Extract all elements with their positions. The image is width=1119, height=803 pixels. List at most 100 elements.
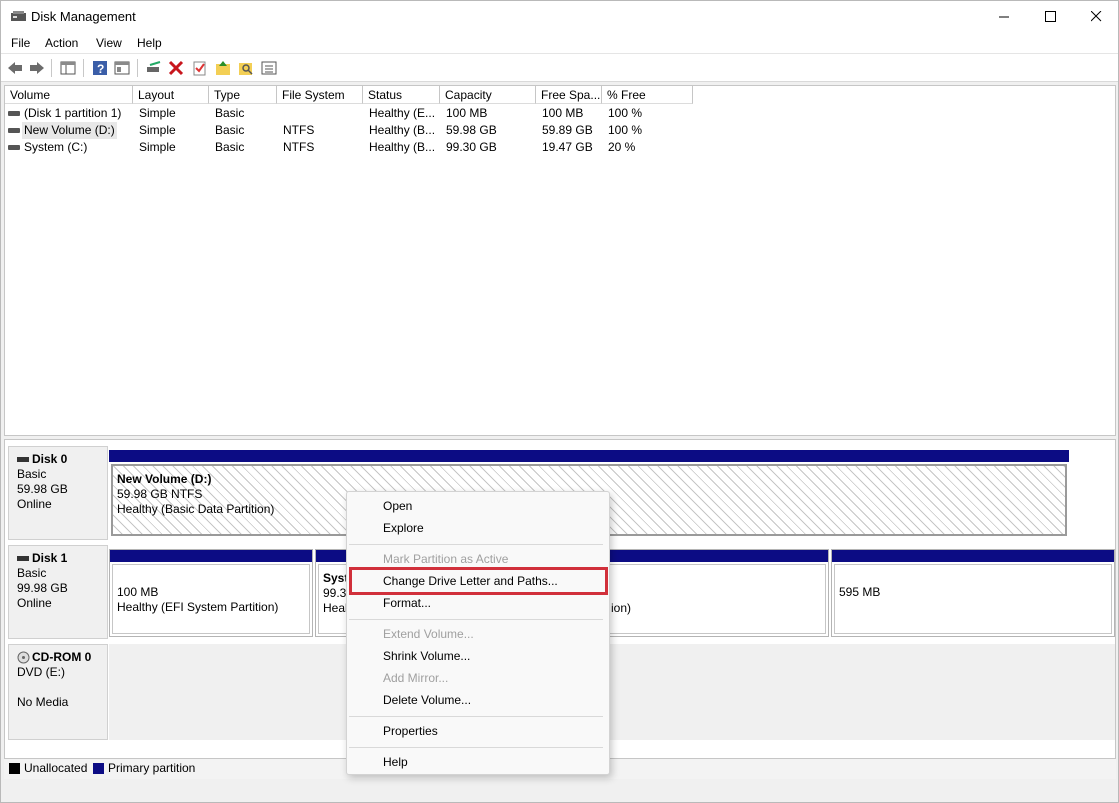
close-button[interactable] (1073, 1, 1119, 32)
cell-layout: Simple (139, 140, 176, 154)
disk-size: 59.98 GB (17, 482, 68, 496)
menu-separator (349, 716, 603, 717)
partition-recovery[interactable]: 595 MB (831, 549, 1115, 637)
cell-free-space: 59.89 GB (542, 123, 593, 137)
menu-item-format[interactable]: Format... (383, 594, 431, 612)
menu-item-explore[interactable]: Explore (383, 519, 424, 537)
cell-status: Healthy (B... (369, 123, 436, 137)
disk-icon (17, 457, 29, 463)
properties-view-button[interactable] (112, 58, 132, 78)
volume-list: Volume Layout Type File System Status Ca… (4, 85, 1116, 436)
search-folder-button[interactable] (236, 58, 256, 78)
minimize-button[interactable] (981, 1, 1027, 32)
toolbar-separator (83, 59, 84, 77)
cell-layout: Simple (139, 123, 176, 137)
table-row[interactable]: System (C:) Simple Basic NTFS Healthy (B… (5, 139, 1115, 156)
cell-status: Healthy (B... (369, 140, 436, 154)
properties-view-icon (114, 61, 130, 75)
disk-name: Disk 0 (32, 452, 68, 466)
column-header-percent-free[interactable]: % Free (602, 86, 693, 104)
menu-item-properties[interactable]: Properties (383, 722, 438, 740)
menu-separator (349, 544, 603, 545)
disk-size: 99.98 GB (17, 581, 68, 595)
column-header-status[interactable]: Status (363, 86, 440, 104)
menu-action[interactable]: Action (45, 36, 78, 50)
cell-volume: (Disk 1 partition 1) (24, 106, 122, 120)
volume-icon (8, 145, 20, 150)
partition-size: 100 MB (117, 585, 159, 599)
menu-item-mark-partition-active: Mark Partition as Active (383, 552, 509, 566)
show-hide-console-tree-button[interactable] (58, 58, 78, 78)
primary-partition-swatch (93, 763, 104, 774)
menu-file[interactable]: File (11, 36, 30, 50)
disk-management-window: Disk Management File Action View Help ? (0, 0, 1119, 803)
cdrom-0-label[interactable]: CD-ROM 0 DVD (E:) No Media (8, 644, 108, 740)
column-header-free-space[interactable]: Free Spa... (536, 86, 602, 104)
menu-item-add-mirror: Add Mirror... (383, 671, 449, 685)
column-header-file-system[interactable]: File System (277, 86, 363, 104)
disk-type: DVD (E:) (17, 665, 65, 679)
cell-free-space: 19.47 GB (542, 140, 593, 154)
menu-view[interactable]: View (96, 36, 122, 50)
disk-0-label[interactable]: Disk 0 Basic 59.98 GB Online (8, 446, 108, 540)
delete-button[interactable] (166, 58, 186, 78)
back-button[interactable] (5, 58, 25, 78)
disk-state: Online (17, 596, 52, 610)
toolbar-separator (137, 59, 138, 77)
menu-separator (349, 747, 603, 748)
column-header-capacity[interactable]: Capacity (440, 86, 536, 104)
cell-capacity: 99.30 GB (446, 140, 497, 154)
list-icon (261, 61, 277, 75)
forward-button[interactable] (27, 58, 47, 78)
status-bar (1, 780, 1118, 802)
partition-status-tail: ion) (611, 601, 632, 615)
disk-icon (17, 556, 29, 562)
table-row[interactable]: New Volume (D:) Simple Basic NTFS Health… (5, 122, 1115, 139)
up-folder-button[interactable] (213, 58, 233, 78)
legend-primary-partition: Primary partition (108, 761, 196, 775)
column-header-volume[interactable]: Volume (5, 86, 133, 104)
menu-item-delete-volume[interactable]: Delete Volume... (383, 691, 471, 709)
context-menu: Open Explore Mark Partition as Active Ch… (346, 491, 610, 775)
cell-file-system: NTFS (283, 140, 315, 154)
cell-layout: Simple (139, 106, 176, 120)
rescan-icon (147, 61, 161, 72)
primary-partition-bar (109, 450, 1069, 462)
column-header-layout[interactable]: Layout (133, 86, 209, 104)
disk-management-app-icon (11, 11, 26, 21)
table-row[interactable]: (Disk 1 partition 1) Simple Basic Health… (5, 105, 1115, 122)
menu-item-extend-volume: Extend Volume... (383, 627, 474, 641)
forward-icon (30, 62, 44, 74)
cell-type: Basic (215, 123, 245, 137)
cell-capacity: 100 MB (446, 106, 488, 120)
cell-volume: New Volume (D:) (22, 122, 117, 139)
menu-item-shrink-volume[interactable]: Shrink Volume... (383, 647, 470, 665)
menu-item-help[interactable]: Help (383, 753, 408, 771)
window-title: Disk Management (31, 9, 136, 24)
cell-capacity: 59.98 GB (446, 123, 497, 137)
svg-text:?: ? (97, 62, 104, 76)
partition-efi[interactable]: 100 MB Healthy (EFI System Partition) (109, 549, 313, 637)
cell-type: Basic (215, 106, 245, 120)
menu-separator (349, 619, 603, 620)
cell-percent-free: 20 % (608, 140, 636, 154)
check-button[interactable] (190, 58, 210, 78)
menu-help[interactable]: Help (137, 36, 162, 50)
toolbar-separator (51, 59, 52, 77)
disk-state: No Media (17, 695, 69, 709)
rescan-button[interactable] (144, 58, 164, 78)
column-header-type[interactable]: Type (209, 86, 277, 104)
disk-state: Online (17, 497, 52, 511)
menu-item-open[interactable]: Open (383, 497, 412, 515)
disk-name: Disk 1 (32, 551, 68, 565)
primary-partition-bar (832, 550, 1114, 562)
list-button[interactable] (259, 58, 279, 78)
disk-type: Basic (17, 566, 47, 580)
disk-type: Basic (17, 467, 47, 481)
show-hide-console-tree-icon (60, 61, 76, 75)
help-button[interactable]: ? (90, 58, 110, 78)
help-icon: ? (93, 61, 107, 76)
maximize-button[interactable] (1027, 1, 1073, 32)
disk-1-label[interactable]: Disk 1 Basic 99.98 GB Online (8, 545, 108, 639)
cell-free-space: 100 MB (542, 106, 584, 120)
